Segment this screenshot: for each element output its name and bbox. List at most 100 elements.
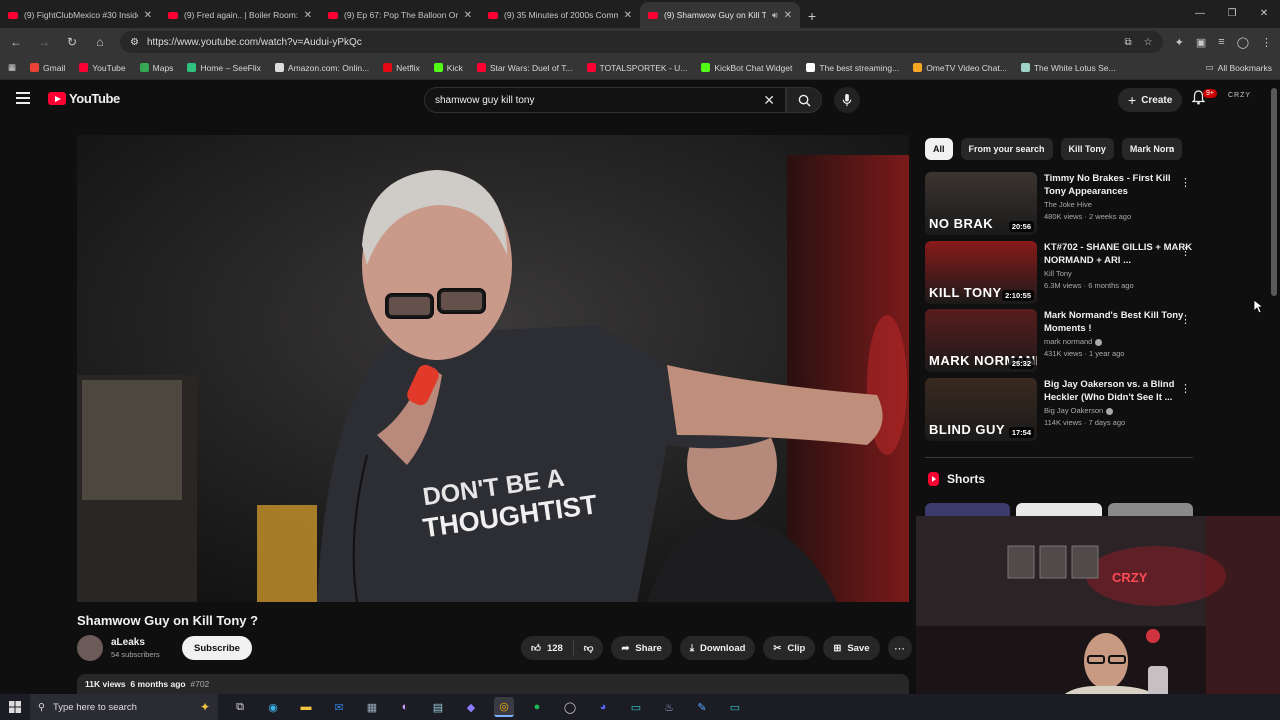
bookmark-item[interactable]: Gmail [30,63,65,73]
video-thumbnail[interactable]: NO BRAK 20:56 [925,172,1037,235]
start-button[interactable] [0,701,30,713]
install-app-icon[interactable]: ⧉ [1125,37,1132,48]
bookmark-item[interactable]: OmeTV Video Chat... [913,63,1007,73]
new-tab-icon[interactable]: + [800,4,824,28]
more-actions-button[interactable]: ⋯ [887,636,912,660]
address-bar[interactable]: ⚙ https://www.youtube.com/watch?v=Audui-… [120,31,1163,53]
related-channel-name[interactable]: Big Jay Oakerson [1044,406,1103,415]
chips-next-icon[interactable]: › [1170,142,1174,156]
filter-chip[interactable]: All [925,138,953,160]
filter-chip[interactable]: Kill Tony [1060,138,1114,160]
video-player[interactable]: DON'T BE A THOUGHTIST [77,135,909,602]
hamburger-icon[interactable] [16,92,30,104]
chrome-icon[interactable]: ◎ [494,697,514,717]
related-video-title[interactable]: Mark Normand's Best Kill Tony Moments ! [1044,309,1195,335]
bookmark-item[interactable]: YouTube [79,63,126,73]
back-icon[interactable]: ← [8,35,24,49]
share-button[interactable]: ➦ Share [611,636,672,660]
search-button[interactable] [786,87,822,113]
search-input[interactable]: shamwow guy kill tony ✕ [424,87,786,113]
create-button[interactable]: + Create [1118,88,1183,112]
edge-icon[interactable]: ◉ [263,697,283,717]
more-options-icon[interactable]: ⋮ [1180,382,1191,395]
bookmark-item[interactable]: Maps [139,63,173,73]
bookmark-item[interactable]: Kick [433,63,463,73]
related-video-title[interactable]: Big Jay Oakerson vs. a Blind Heckler (Wh… [1044,378,1195,404]
brave-icon[interactable]: ◆ [461,697,481,717]
shorts-strip[interactable] [925,503,1193,517]
speaker-icon[interactable]: 🔊︎ [772,10,778,21]
related-channel-name[interactable]: Kill Tony [1044,269,1072,278]
browser-tab[interactable]: (9) Shamwow Guy on Kill To 🔊︎ ✕ [640,2,800,28]
file-explorer-icon[interactable]: ▬ [296,697,316,717]
more-options-icon[interactable]: ⋮ [1180,313,1191,326]
clear-search-icon[interactable]: ✕ [763,92,775,109]
related-video-item[interactable]: NO BRAK 20:56 Timmy No Brakes - First Kill… [925,172,1195,235]
subscribe-button[interactable]: Subscribe [182,636,252,660]
browser-tab[interactable]: (9) 35 Minutes of 2000s Comm ✕ [480,2,640,28]
paint-icon[interactable]: ✎ [692,697,712,717]
related-channel-name[interactable]: mark normand [1044,337,1092,346]
page-scrollbar[interactable] [1271,88,1277,296]
bookmark-item[interactable]: Home – SeeFlix [187,63,261,73]
hashtag[interactable]: #702 [190,679,209,689]
bookmark-item[interactable]: The best streaming... [806,63,899,73]
bookmark-item[interactable]: KickBot Chat Widget [701,63,792,73]
media-icon[interactable]: ≡ [1218,36,1224,48]
outlook-icon[interactable]: ✉ [329,697,349,717]
channel-avatar[interactable] [77,635,103,661]
more-options-icon[interactable]: ⋮ [1180,176,1191,189]
close-tab-icon[interactable]: ✕ [624,10,632,21]
calculator-icon[interactable]: ▦ [362,697,382,717]
account-avatar[interactable]: CRZY [1228,92,1251,99]
bookmark-item[interactable]: Star Wars: Duel of T... [476,63,573,73]
clip-button[interactable]: ✂ Clip [763,636,816,660]
app-icon[interactable]: ▭ [725,697,745,717]
more-options-icon[interactable]: ⋮ [1180,245,1191,258]
profile-icon[interactable]: ◯ [1237,36,1249,49]
video-thumbnail[interactable]: KILL TONY 2:10:55 [925,241,1037,304]
reload-icon[interactable]: ↻ [64,35,80,49]
voice-search-button[interactable] [834,87,860,113]
channel-name[interactable]: aLeaks [111,637,160,648]
related-channel-name[interactable]: The Joke Hive [1044,200,1092,209]
task-view-icon[interactable]: ⧉ [230,697,250,717]
bookmark-item[interactable]: Amazon.com: Onlin... [274,63,369,73]
download-button[interactable]: ⤓ Download [679,636,756,660]
close-window-icon[interactable]: ✕ [1248,0,1280,28]
bookmark-item[interactable]: TOTALSPORTEK - U... [586,63,687,73]
photos-icon[interactable]: ◐ [395,697,415,717]
video-thumbnail[interactable]: MARK NORMAND 25:32 [925,309,1037,372]
discord-icon[interactable]: ◕ [593,697,613,717]
extensions-icon[interactable]: ✦ [1175,36,1184,49]
taskbar-search[interactable]: ⚲ Type here to search ✦ [30,694,218,720]
site-info-icon[interactable]: ⚙ [130,37,139,48]
dislike-button[interactable]: 👎︎ [574,636,604,660]
related-video-item[interactable]: MARK NORMAND 25:32 Mark Normand's Best Kil… [925,309,1195,372]
channel-info[interactable]: aLeaks 54 subscribers [77,635,160,661]
browser-tab[interactable]: (9) FightClubMexico #30 Inside ✕ [0,2,160,28]
browser-tab[interactable]: (9) Fred again.. | Boiler Room: L ✕ [160,2,320,28]
all-bookmarks-button[interactable]: ▭ All Bookmarks [1206,62,1272,73]
restore-icon[interactable]: ❐ [1216,0,1248,28]
close-tab-icon[interactable]: ✕ [144,10,152,21]
save-button[interactable]: ⊞ Save [823,636,880,660]
bookmark-star-icon[interactable]: ☆ [1144,37,1153,48]
minimize-icon[interactable]: — [1184,0,1216,28]
bookmark-item[interactable]: The White Lotus Se... [1020,63,1116,73]
youtube-logo[interactable]: YouTube [48,91,120,106]
filter-chip[interactable]: From your search [960,138,1053,160]
related-video-item[interactable]: KILL TONY 2:10:55 KT#702 - SHANE GILLIS + … [925,241,1195,304]
home-icon[interactable]: ⌂ [92,35,108,49]
close-tab-icon[interactable]: ✕ [304,10,312,21]
related-video-title[interactable]: Timmy No Brakes - First Kill Tony Appear… [1044,172,1195,198]
apps-icon[interactable]: ▦ [8,62,16,73]
close-tab-icon[interactable]: ✕ [784,10,792,21]
steam-icon[interactable]: ♨ [659,697,679,717]
notepad-icon[interactable]: ▤ [428,697,448,717]
related-video-title[interactable]: KT#702 - SHANE GILLIS + MARK NORMAND + A… [1044,241,1195,267]
browser-tab[interactable]: (9) Ep 67: Pop The Balloon Or F ✕ [320,2,480,28]
related-video-item[interactable]: BLIND GUY 17:54 Big Jay Oakerson vs. a Bli… [925,378,1195,441]
sidepanel-icon[interactable]: ▣ [1196,36,1206,49]
bookmark-item[interactable]: Netflix [383,63,420,73]
